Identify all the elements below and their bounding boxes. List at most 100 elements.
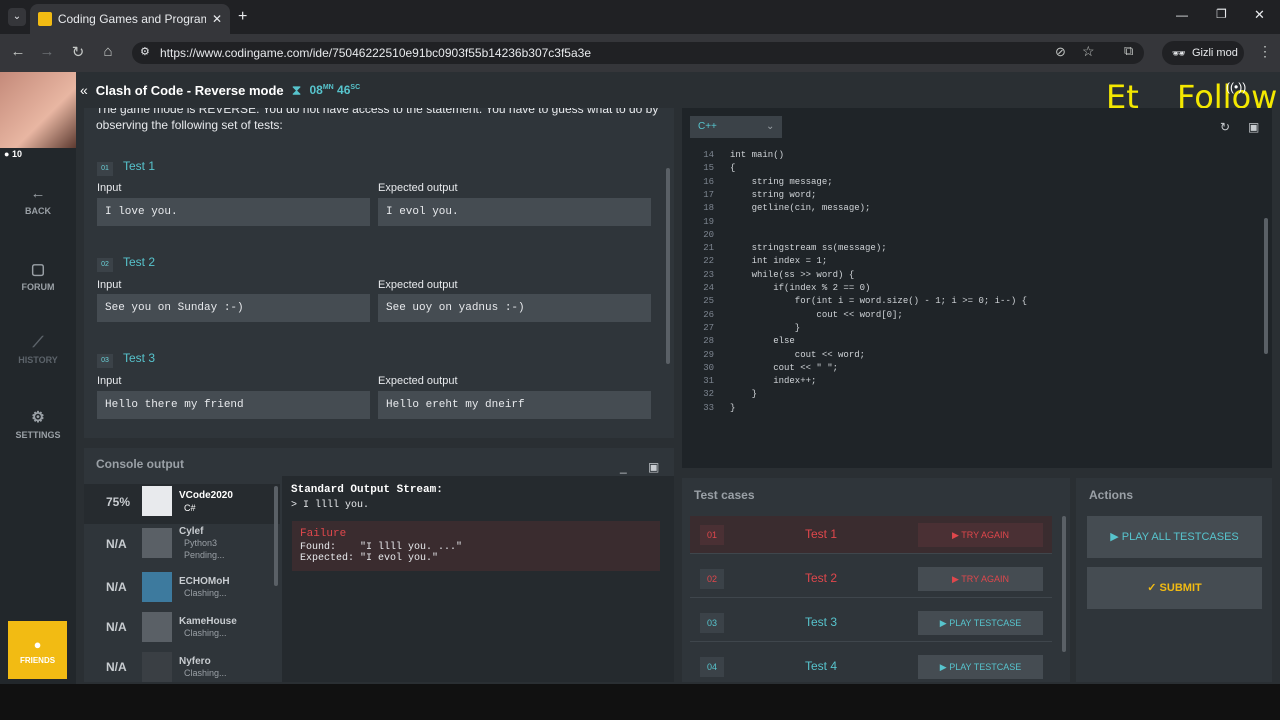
code-line[interactable]: int main() <box>730 150 784 160</box>
code-line[interactable]: cout << word[0]; <box>730 310 902 320</box>
timer: 08MN 46SC <box>309 83 360 97</box>
code-line[interactable]: else <box>730 336 795 346</box>
play-all-testcases-button[interactable]: ▶ PLAY ALL TESTCASES <box>1087 516 1262 558</box>
reset-code-icon[interactable]: ↻ <box>1220 120 1230 134</box>
code-line[interactable]: string word; <box>730 190 817 200</box>
code-line[interactable]: int index = 1; <box>730 256 828 266</box>
star-icon[interactable]: ☆ <box>1082 43 1095 60</box>
line-number: 23 <box>703 269 714 280</box>
testcase-row[interactable]: 01 Test 1 ▶ TRY AGAIN <box>690 516 1052 554</box>
incognito-badge[interactable]: 🕶 Gizli mod <box>1162 41 1244 65</box>
player-row[interactable]: N/A KameHouse Clashing... <box>84 608 280 648</box>
code-line[interactable]: for(int i = word.size() - 1; i >= 0; i--… <box>730 296 1027 306</box>
level-badge: ● 10 <box>4 149 22 159</box>
friends-icon: ● <box>33 637 42 652</box>
player-percent: N/A <box>106 580 127 594</box>
test-2-heading: 02 Test 2 <box>97 253 155 272</box>
input-label: Input <box>97 375 122 387</box>
url-text: https://www.codingame.com/ide/7504622251… <box>160 46 592 60</box>
line-number: 21 <box>703 243 714 254</box>
player-name: Nyfero <box>179 656 211 667</box>
nav-settings[interactable]: ⚙ SETTINGS <box>0 408 76 440</box>
url-bar[interactable]: ⚙ https://www.codingame.com/ide/75046222… <box>132 42 1144 64</box>
close-window-icon[interactable]: ✕ <box>1254 7 1265 23</box>
minimize-console-icon[interactable]: _ <box>620 460 627 474</box>
failure-found: Found: "I llll you. ..." <box>300 542 463 553</box>
friends-button[interactable]: ● FRIENDS <box>8 621 67 679</box>
testcase-id: 04 <box>700 657 724 677</box>
eye-off-icon[interactable]: ⊘ <box>1055 44 1066 60</box>
forward-arrow-icon[interactable]: → <box>34 43 60 60</box>
input-label: Input <box>97 279 122 291</box>
nav-forum[interactable]: ▢ FORUM <box>0 260 76 292</box>
timer-min-unit: MN <box>322 84 334 91</box>
minimize-icon[interactable]: — <box>1176 8 1188 22</box>
testcase-id: 01 <box>700 525 724 545</box>
avatar <box>142 572 172 602</box>
friends-label: FRIENDS <box>19 656 56 665</box>
code-line[interactable]: } <box>730 323 800 333</box>
home-icon[interactable]: ⌂ <box>95 43 121 60</box>
browser-tab[interactable]: Coding Games and Programmi ✕ <box>30 4 230 34</box>
code-line[interactable]: { <box>730 163 735 173</box>
player-row[interactable]: N/A Cylef Python3 Pending... <box>84 524 280 564</box>
line-number: 24 <box>703 283 714 293</box>
language-select[interactable]: C++ ⌄ <box>690 116 782 138</box>
line-number: 30 <box>703 362 714 373</box>
try-again-button[interactable]: ▶ TRY AGAIN <box>918 523 1043 547</box>
player-row[interactable]: N/A Nyfero Clashing... <box>84 648 280 688</box>
line-number: 18 <box>703 203 714 214</box>
code-line[interactable]: } <box>730 389 757 399</box>
code-line[interactable]: index++; <box>730 376 816 386</box>
statement-panel: The game mode is REVERSE: You do not hav… <box>84 108 674 438</box>
line-number: 19 <box>703 216 714 227</box>
testcases-scrollbar[interactable] <box>1062 516 1066 652</box>
collapse-icon[interactable]: « <box>80 82 88 98</box>
try-again-button[interactable]: ▶ TRY AGAIN <box>918 567 1043 591</box>
nav-back[interactable]: ← BACK <box>0 185 76 216</box>
player-status: Clashing... <box>184 668 227 678</box>
code-line[interactable]: stringstream ss(message); <box>730 243 887 253</box>
maximize-icon[interactable]: ❐ <box>1216 7 1227 21</box>
maximize-console-icon[interactable]: ▣ <box>648 460 659 474</box>
test-title: Test 3 <box>123 351 156 365</box>
code-line[interactable]: if(index % 2 == 0) <box>730 283 870 293</box>
code-line[interactable]: cout << " "; <box>730 363 838 373</box>
player-percent: N/A <box>106 660 127 674</box>
testcase-row[interactable]: 02 Test 2 ▶ TRY AGAIN <box>690 560 1052 598</box>
player-row[interactable]: N/A ECHOMoH Clashing... <box>84 568 280 608</box>
site-info-icon[interactable]: ⚙ <box>140 45 150 58</box>
play-testcase-button[interactable]: ▶ PLAY TESTCASE <box>918 611 1043 635</box>
editor-scrollbar[interactable] <box>1264 218 1268 354</box>
statement-intro-2: observing the following set of tests: <box>96 118 283 132</box>
back-arrow-icon[interactable]: ← <box>5 43 31 60</box>
close-tab-icon[interactable]: ✕ <box>212 12 222 26</box>
line-number: 22 <box>703 256 714 267</box>
testcase-row[interactable]: 03 Test 3 ▶ PLAY TESTCASE <box>690 604 1052 642</box>
submit-button[interactable]: ✓ SUBMIT <box>1087 567 1262 609</box>
statement-scrollbar[interactable] <box>666 168 670 364</box>
nav-settings-label: SETTINGS <box>15 430 61 440</box>
players-scrollbar[interactable] <box>274 486 278 586</box>
test-1-input: I love you. <box>97 198 370 226</box>
stream-line: > I llll you. <box>291 500 370 511</box>
nav-history[interactable]: ⟋ HISTORY <box>0 334 76 365</box>
extensions-icon[interactable]: ⧉ <box>1124 43 1133 59</box>
player-name: KameHouse <box>179 616 237 627</box>
code-line[interactable]: cout << word; <box>730 350 865 360</box>
player-percent: N/A <box>106 537 127 551</box>
code-line[interactable]: while(ss >> word) { <box>730 270 855 280</box>
play-testcase-button[interactable]: ▶ PLAY TESTCASE <box>918 655 1043 679</box>
test-1-output: I evol you. <box>378 198 651 226</box>
code-line[interactable]: getline(cin, message); <box>730 203 871 213</box>
tab-list-icon[interactable]: ⌄ <box>8 8 26 26</box>
code-line[interactable]: string message; <box>730 177 833 187</box>
testcase-row[interactable]: 04 Test 4 ▶ PLAY TESTCASE <box>690 648 1052 680</box>
code-line[interactable]: } <box>730 403 735 413</box>
player-row[interactable]: 75% VCode2020 C# <box>84 484 280 524</box>
forum-icon: ▢ <box>30 261 46 278</box>
reload-icon[interactable]: ↻ <box>65 43 91 61</box>
maximize-editor-icon[interactable]: ▣ <box>1248 120 1259 134</box>
browser-menu-icon[interactable]: ⋮ <box>1258 43 1272 60</box>
new-tab-icon[interactable]: + <box>238 8 247 26</box>
